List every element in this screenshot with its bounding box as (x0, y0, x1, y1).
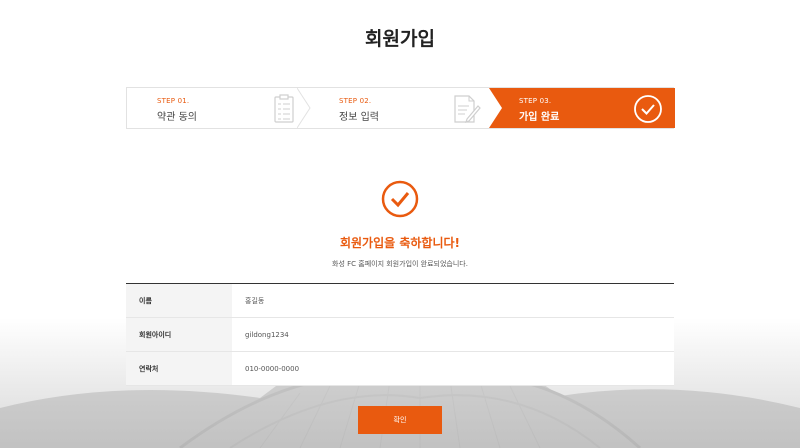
congrats-title: 회원가입을 축하합니다! (339, 236, 461, 250)
step-2-number: STEP 02. (339, 97, 372, 105)
info-row-id: 회원아이디 gildong1234 (126, 318, 674, 352)
document-pencil-icon (454, 95, 481, 123)
page-title: 회원가입 (365, 28, 435, 50)
phone-label: 연락처 (126, 352, 232, 385)
step-3-label: 가입 완료 (519, 112, 560, 123)
name-label: 이름 (126, 284, 232, 317)
confirm-button[interactable]: 확인 (358, 406, 442, 434)
info-row-phone: 연락처 010-0000-0000 (126, 352, 674, 386)
step-3-number: STEP 03. (519, 97, 552, 105)
step-indicator: STEP 01. 약관 동의 STEP 02. 정보 입력 STEP 03. 가… (126, 87, 675, 129)
clipboard-icon (274, 94, 294, 123)
member-info-table: 이름 홍길동 회원아이디 gildong1234 연락처 010-0000-00… (126, 283, 674, 386)
step-2-label: 정보 입력 (339, 112, 379, 123)
step-3-active: STEP 03. 가입 완료 (489, 88, 675, 128)
member-id-value: gildong1234 (245, 330, 289, 339)
name-value: 홍길동 (245, 296, 265, 305)
step-1-number: STEP 01. (157, 97, 190, 105)
complete-check-icon (381, 180, 419, 218)
check-circle-icon (634, 95, 662, 123)
step-1-label: 약관 동의 (157, 112, 197, 123)
info-row-name: 이름 홍길동 (126, 284, 674, 318)
member-id-label: 회원아이디 (126, 318, 232, 351)
step-arrow-2 (489, 88, 502, 128)
step-2: STEP 02. 정보 입력 (309, 88, 491, 128)
phone-value: 010-0000-0000 (245, 364, 300, 373)
step-1: STEP 01. 약관 동의 (127, 88, 311, 128)
complete-message: 화성 FC 홈페이지 회원가입이 완료되었습니다. (332, 260, 468, 268)
